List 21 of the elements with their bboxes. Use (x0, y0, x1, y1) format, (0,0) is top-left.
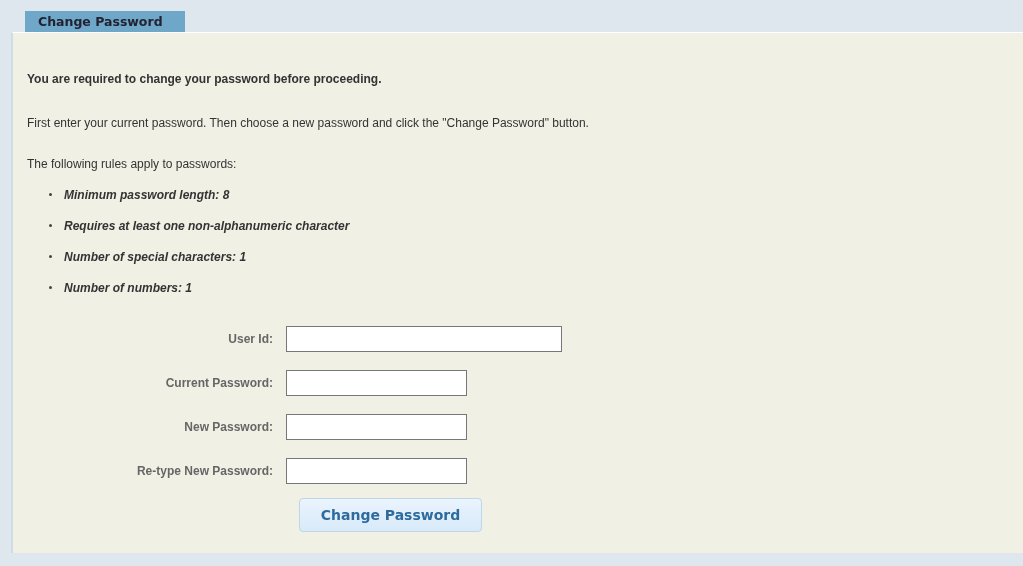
rule-text: Requires at least one non-alphanumeric character (64, 218, 350, 233)
notice-text: You are required to change your password before proceeding. (27, 71, 383, 86)
bullet-icon (49, 286, 52, 289)
field-label: Re-type New Password: (135, 464, 274, 478)
rule-text: Minimum password length: 8 (64, 187, 230, 202)
rule-text: Number of numbers: 1 (64, 280, 192, 295)
instructions-text: First enter your current password. Then choose a new password and click the "Change Password" button. (27, 115, 590, 130)
field-label: User Id: (227, 332, 274, 346)
input-field[interactable] (286, 326, 562, 352)
rules-intro-text: The following rules apply to passwords: (27, 156, 238, 171)
field-label: New Password: (183, 420, 274, 434)
bullet-icon (49, 224, 52, 227)
input-field[interactable] (286, 370, 467, 396)
rule-text: Number of special characters: 1 (64, 249, 247, 264)
bullet-icon (49, 193, 52, 196)
input-field[interactable] (286, 458, 467, 484)
bullet-icon (49, 255, 52, 258)
field-label: Current Password: (164, 376, 274, 390)
change-password-button[interactable]: Change Password (299, 498, 482, 532)
section-tab[interactable]: Change Password (25, 11, 185, 32)
input-field[interactable] (286, 414, 467, 440)
